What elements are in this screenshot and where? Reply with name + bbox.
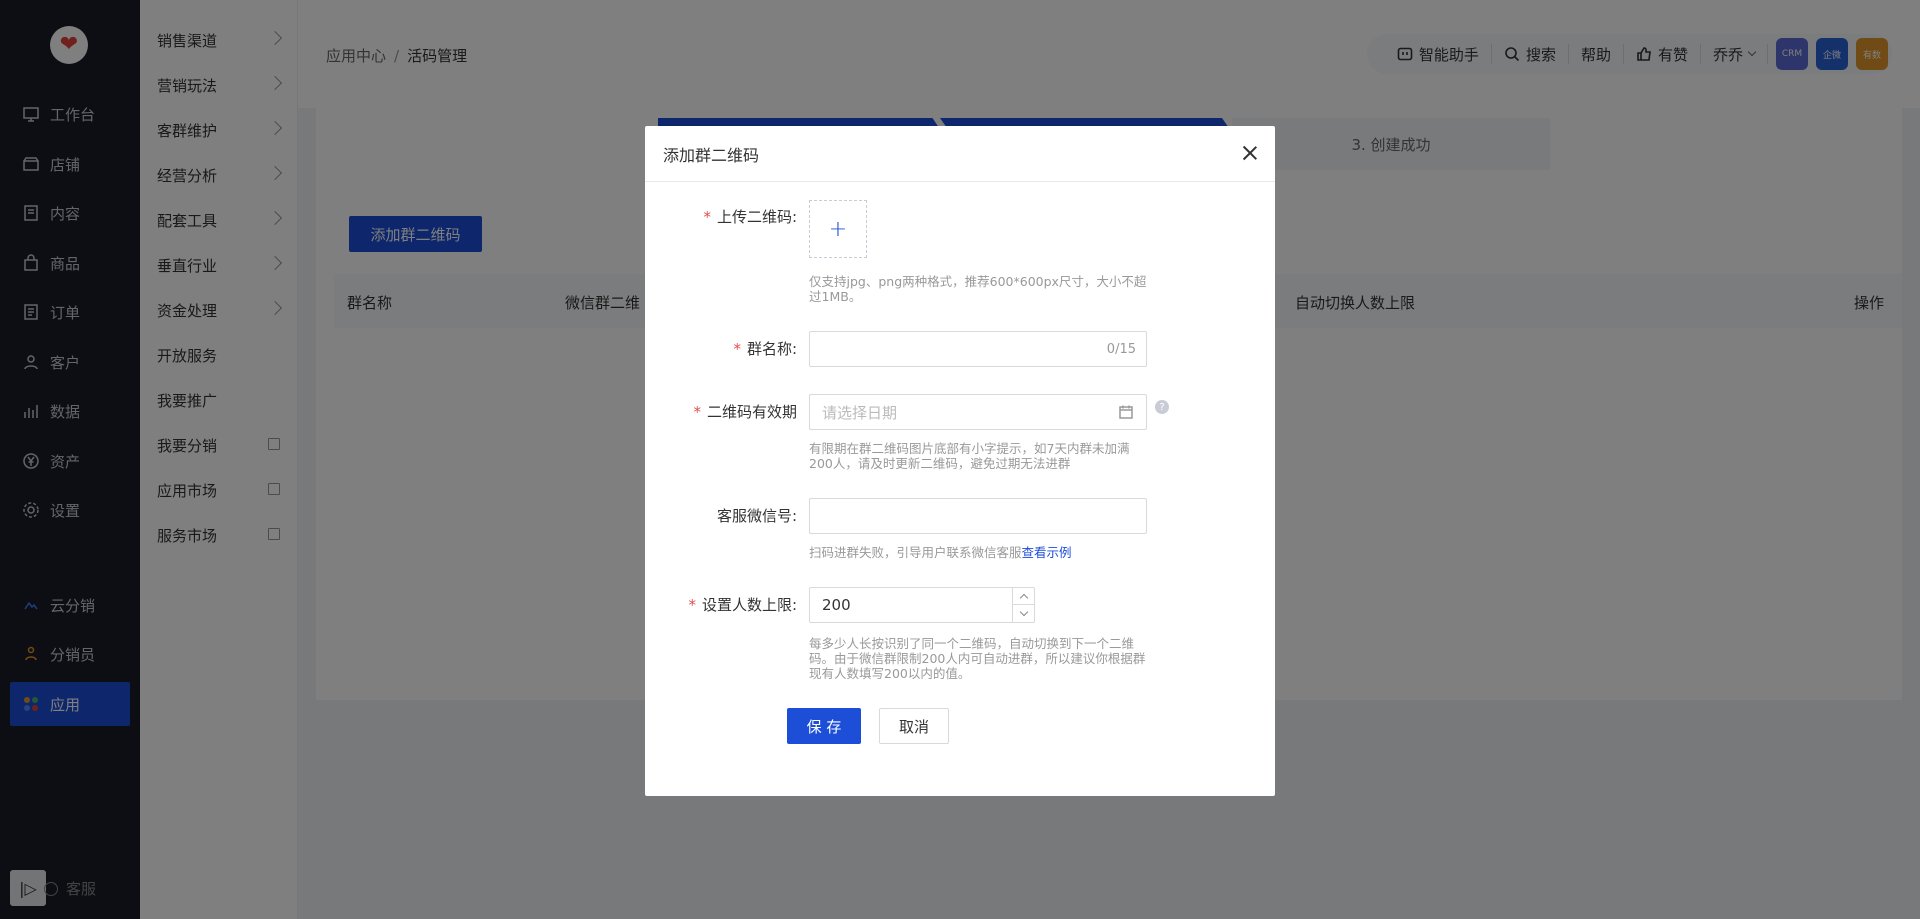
help-icon[interactable]: ?: [1155, 400, 1169, 414]
group-name-input[interactable]: 0/15: [809, 331, 1147, 367]
upload-field[interactable]: +: [809, 200, 867, 258]
wechat-label: 客服微信号:: [716, 507, 797, 525]
char-counter: 0/15: [1106, 342, 1136, 357]
expiry-field: 请选择日期: [809, 394, 1147, 430]
number-stepper[interactable]: [1012, 588, 1034, 622]
save-button[interactable]: 保 存: [787, 708, 861, 744]
group-name-label: * 群名称:: [733, 340, 797, 358]
dialog-title: 添加群二维码: [663, 145, 760, 165]
group-name-field: 0/15: [809, 331, 1147, 367]
limit-label: * 设置人数上限:: [688, 596, 797, 614]
decrement-icon[interactable]: [1013, 605, 1034, 622]
close-icon[interactable]: [1239, 142, 1261, 164]
expiry-label: * 二维码有效期: [693, 403, 797, 421]
expiry-hint: 有限期在群二维码图片底部有小字提示，如7天内群未加满200人，请及时更新二维码，…: [809, 441, 1130, 471]
upload-label: * 上传二维码:: [703, 208, 797, 226]
view-example-link[interactable]: 查看示例: [1022, 545, 1072, 560]
limit-number-input[interactable]: 200: [809, 587, 1035, 623]
add-qrcode-dialog: 添加群二维码 * 上传二维码: + 仅支持jpg、png两种格式，推荐600*60…: [645, 126, 1275, 796]
limit-hint: 每多少人长按识别了同一个二维码，自动切换到下一个二维码。由于微信群限制200人内…: [809, 636, 1146, 681]
limit-field: 200: [809, 587, 1035, 623]
wechat-field: [809, 498, 1147, 534]
wechat-input[interactable]: [809, 498, 1147, 534]
expiry-date-picker[interactable]: 请选择日期: [809, 394, 1147, 430]
wechat-hint: 扫码进群失败，引导用户联系微信客服查看示例: [809, 545, 1072, 560]
calendar-icon: [1119, 405, 1133, 419]
increment-icon[interactable]: [1013, 588, 1034, 605]
upload-hint: 仅支持jpg、png两种格式，推荐600*600px尺寸，大小不超过1MB。: [809, 274, 1147, 304]
cancel-button[interactable]: 取消: [879, 708, 949, 744]
dialog-header: 添加群二维码: [645, 126, 1275, 182]
plus-icon[interactable]: +: [809, 200, 867, 258]
